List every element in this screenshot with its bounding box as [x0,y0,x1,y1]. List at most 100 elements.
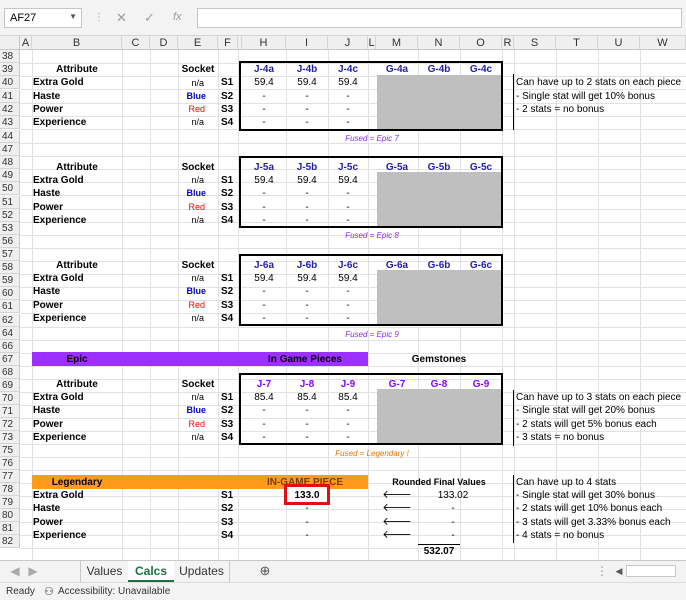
value-cell[interactable]: 59.4 [286,272,328,285]
value-cell[interactable]: 59.4 [328,76,368,89]
row-header[interactable]: 53 [0,222,20,235]
col-header-r[interactable]: R [502,36,514,50]
row-header[interactable]: 58 [0,261,20,274]
dash-cell[interactable]: - [286,201,328,214]
row-header[interactable]: 40 [0,76,20,89]
select-all-corner[interactable] [0,36,20,50]
dash-cell[interactable]: - [328,214,368,227]
horizontal-scrollbar[interactable] [626,565,676,577]
col-header-h[interactable]: H [242,36,286,50]
dash-cell[interactable]: - [328,312,368,325]
row-header[interactable]: 77 [0,470,20,483]
row-header[interactable]: 82 [0,535,20,548]
col-header-j[interactable]: J [328,36,368,50]
chevron-down-icon[interactable]: ▼ [69,12,77,21]
col-header-a[interactable]: A [20,36,32,50]
row-header[interactable]: 50 [0,182,20,195]
row-header[interactable]: 48 [0,156,20,169]
scroll-right-icon[interactable]: ▶ [26,561,40,582]
dash-cell[interactable]: - [242,116,286,129]
final-value[interactable]: 133.02 [418,489,488,502]
row-header[interactable]: 80 [0,509,20,522]
col-header-i[interactable]: I [286,36,328,50]
dash-cell[interactable]: - [286,516,328,529]
name-box[interactable]: AF27 ▼ [4,8,82,28]
row-header[interactable]: 51 [0,196,20,209]
col-header-b[interactable]: B [32,36,122,50]
scroll-left-icon[interactable]: ◀ [8,561,22,582]
tab-values[interactable]: Values [80,561,128,582]
final-value[interactable]: - [418,502,488,515]
row-header[interactable]: 62 [0,314,20,327]
dash-cell[interactable]: - [242,404,286,417]
function-icon[interactable]: fx [173,11,182,23]
dash-cell[interactable]: - [286,502,328,515]
row-header[interactable]: 44 [0,130,20,143]
dash-cell[interactable]: - [328,201,368,214]
value-cell[interactable]: 59.4 [286,76,328,89]
row-header[interactable]: 75 [0,444,20,457]
tab-calcs[interactable]: Calcs [128,561,174,582]
value-cell[interactable]: 59.4 [242,174,286,187]
row-header[interactable]: 64 [0,327,20,340]
col-header-d[interactable]: D [150,36,178,50]
col-header-s[interactable]: S [514,36,556,50]
dash-cell[interactable]: - [286,418,328,431]
formula-input[interactable] [197,8,682,28]
spreadsheet-grid[interactable]: A B C D E F H I J L M N O R S T U W 38 39… [0,36,686,560]
row-header[interactable]: 59 [0,274,20,287]
row-header[interactable]: 79 [0,496,20,509]
row-header[interactable]: 61 [0,300,20,313]
value-cell[interactable]: 59.4 [242,76,286,89]
col-header-o[interactable]: O [460,36,502,50]
value-cell[interactable]: 85.4 [286,391,328,404]
row-header[interactable]: 81 [0,522,20,535]
dash-cell[interactable]: - [286,116,328,129]
col-header-t[interactable]: T [556,36,598,50]
dash-cell[interactable]: - [242,299,286,312]
dash-cell[interactable]: - [242,285,286,298]
row-header[interactable]: 67 [0,353,20,366]
value-cell[interactable]: 85.4 [242,391,286,404]
col-header-c[interactable]: C [122,36,150,50]
value-cell[interactable]: 59.4 [328,272,368,285]
accessibility-icon[interactable]: ⚇ [44,585,54,598]
dash-cell[interactable]: - [286,431,328,444]
row-header[interactable]: 39 [0,63,20,76]
row-header[interactable]: 56 [0,235,20,248]
col-header-w[interactable]: W [640,36,686,50]
col-header-m[interactable]: M [376,36,418,50]
dash-cell[interactable]: - [242,187,286,200]
dash-cell[interactable]: - [286,285,328,298]
row-header[interactable]: 66 [0,340,20,353]
legendary-piece-value[interactable]: 133.0 [286,489,328,502]
row-header[interactable]: 60 [0,287,20,300]
col-header-u[interactable]: U [598,36,640,50]
value-cell[interactable]: 85.4 [328,391,368,404]
dash-cell[interactable]: - [328,418,368,431]
dash-cell[interactable]: - [328,116,368,129]
row-header[interactable]: 43 [0,116,20,129]
col-header-l[interactable]: L [368,36,376,50]
row-header[interactable]: 73 [0,431,20,444]
dash-cell[interactable]: - [242,418,286,431]
dash-cell[interactable]: - [286,214,328,227]
dash-cell[interactable]: - [328,90,368,103]
row-header[interactable]: 49 [0,169,20,182]
row-header[interactable]: 70 [0,392,20,405]
dash-cell[interactable]: - [328,404,368,417]
col-header-e[interactable]: E [178,36,218,50]
dash-cell[interactable]: - [286,312,328,325]
dash-cell[interactable]: - [242,214,286,227]
scroll-left-icon[interactable]: ◀ [612,561,626,582]
dash-cell[interactable]: - [242,201,286,214]
drag-handle-icon[interactable]: ⋮ [596,561,608,582]
dash-cell[interactable]: - [286,529,328,542]
row-header[interactable]: 78 [0,483,20,496]
dash-cell[interactable]: - [242,312,286,325]
dash-cell[interactable]: - [242,103,286,116]
value-cell[interactable]: 59.4 [286,174,328,187]
row-header[interactable]: 69 [0,379,20,392]
final-total[interactable]: 532.07 [418,544,460,557]
value-cell[interactable]: 59.4 [328,174,368,187]
